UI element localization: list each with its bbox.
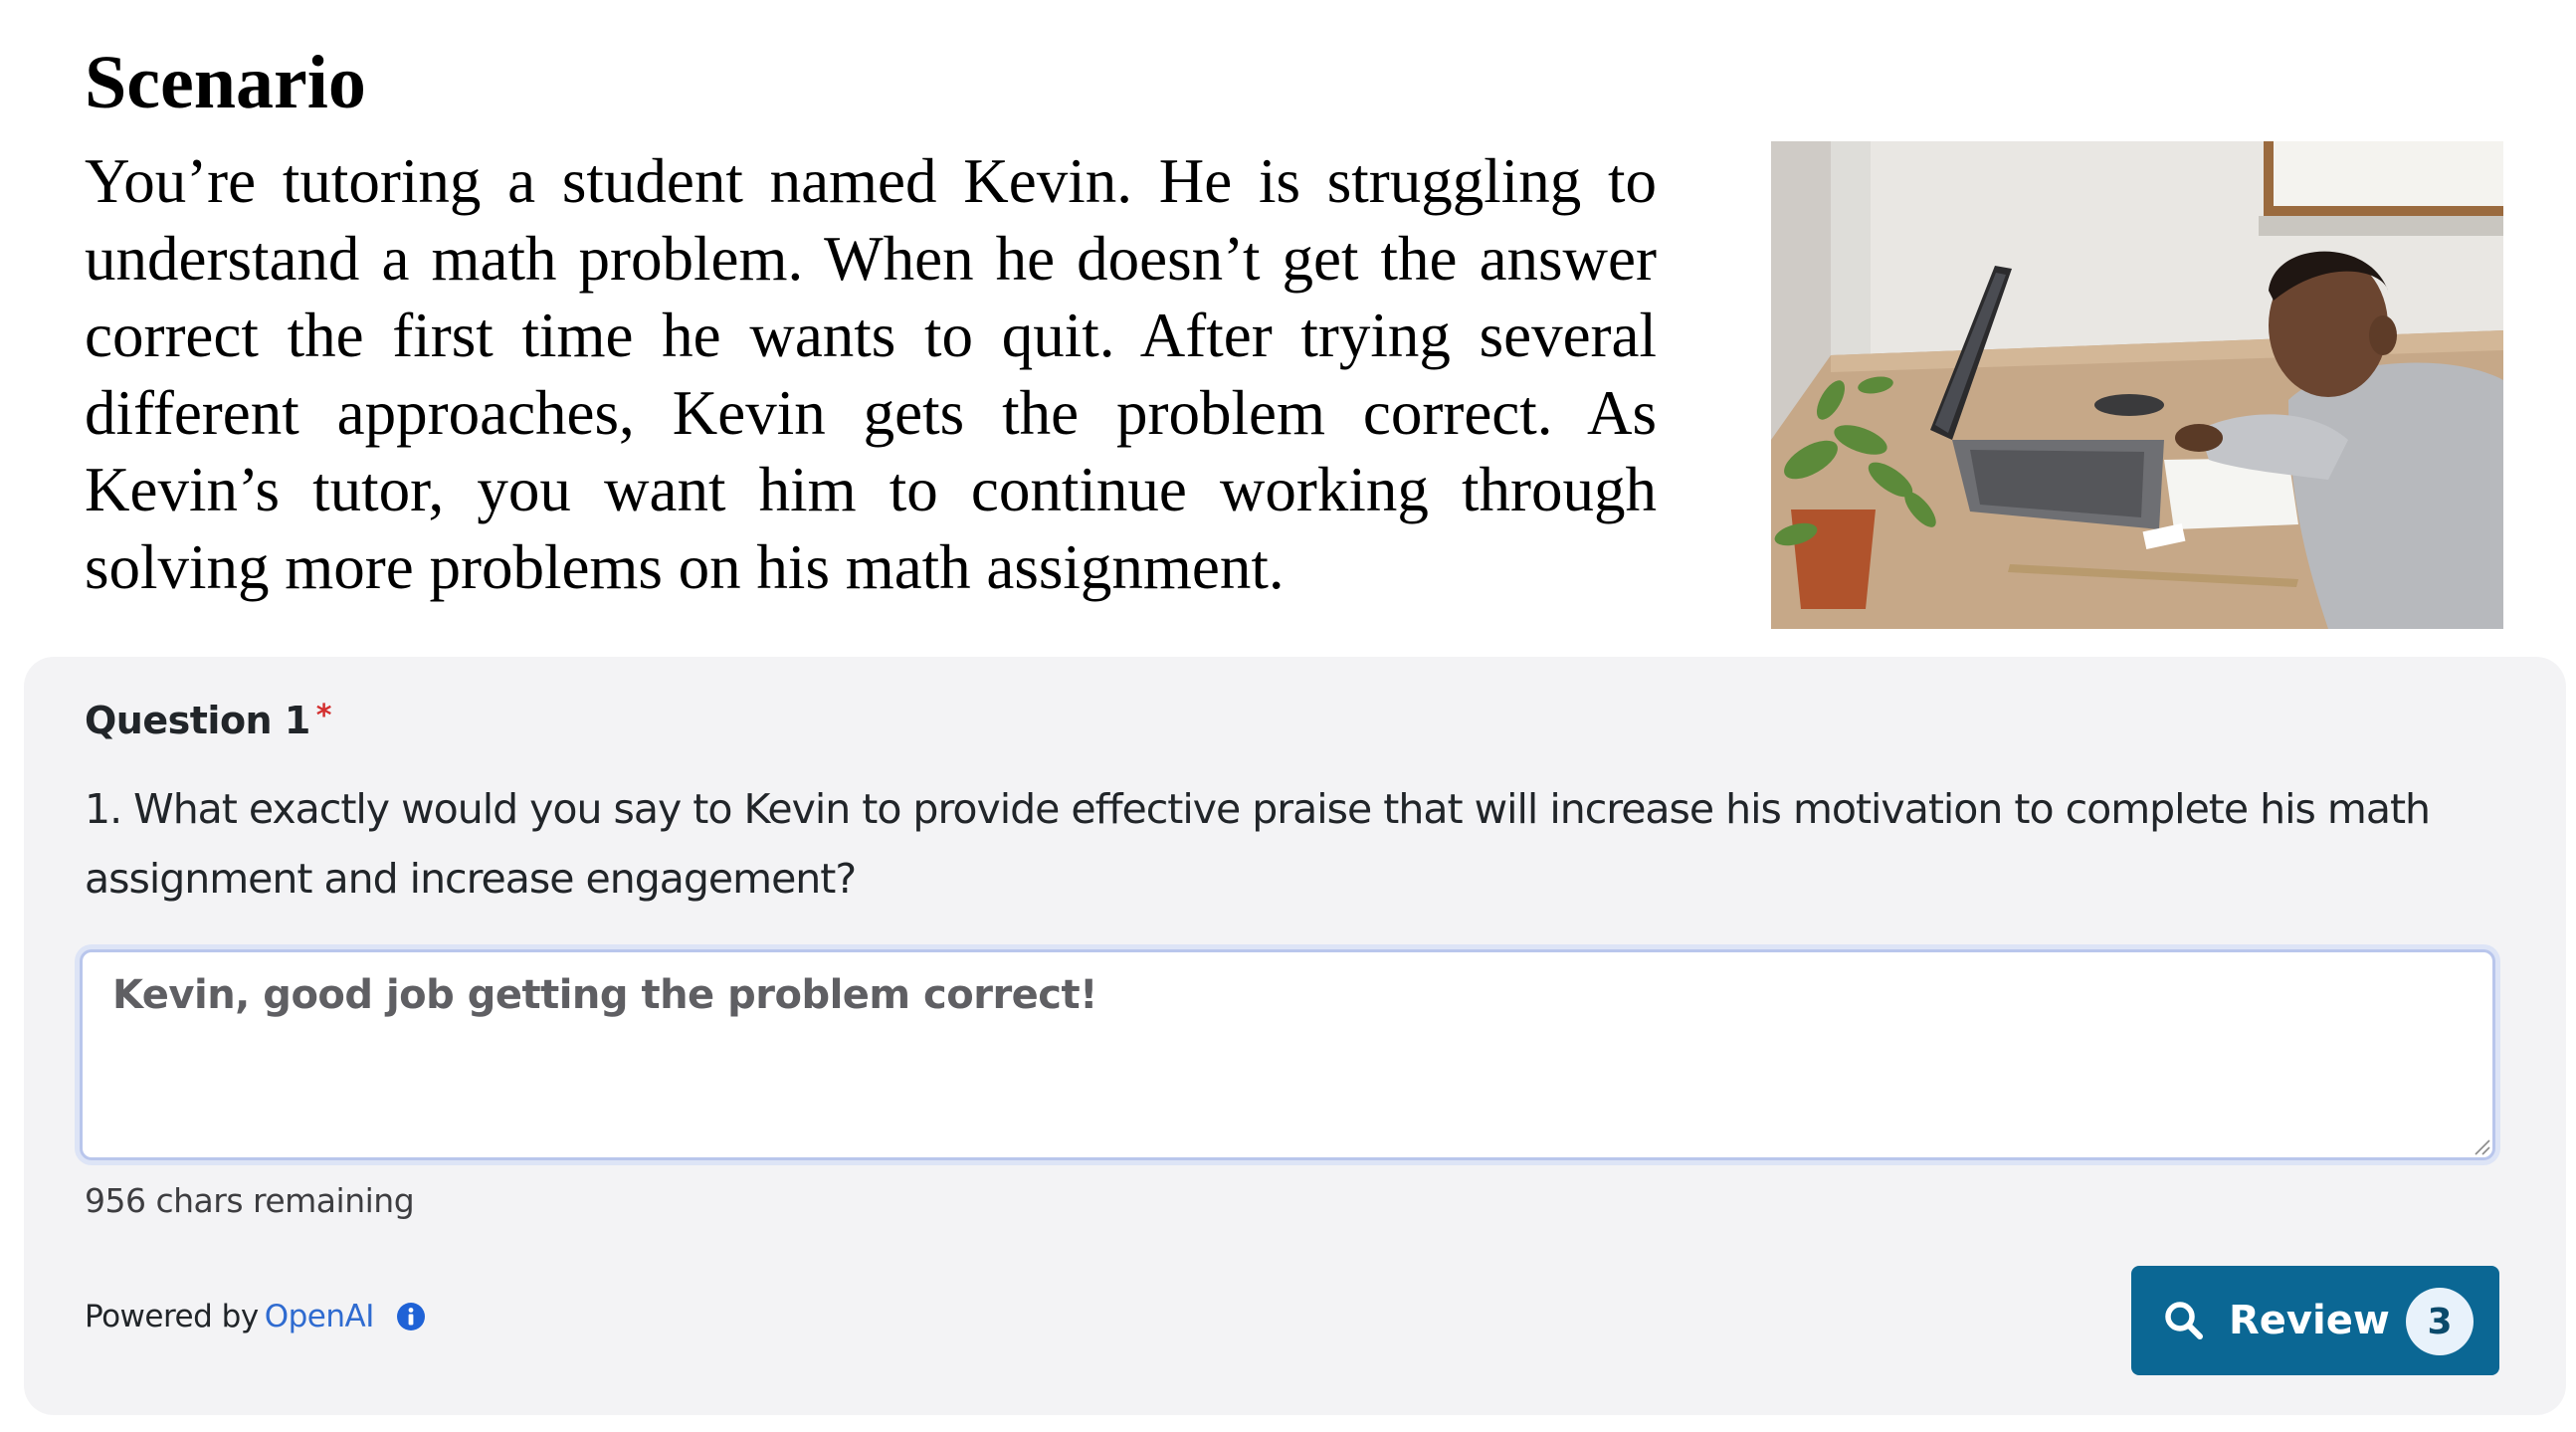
- question-prompt: 1. What exactly would you say to Kevin t…: [85, 785, 2431, 903]
- scenario-title: Scenario: [85, 41, 366, 124]
- review-button[interactable]: Review 3: [2131, 1266, 2499, 1375]
- chars-remaining-counter: 956 chars remaining: [85, 1181, 415, 1220]
- question-label: Question 1 *: [85, 699, 331, 742]
- powered-by-label: Powered by: [85, 1299, 259, 1334]
- question-number: Question 1: [85, 699, 310, 742]
- photo-illustration: [1771, 141, 2503, 629]
- info-icon[interactable]: [396, 1302, 426, 1331]
- question-card: Question 1 * 1. What exactly would you sa…: [24, 657, 2566, 1415]
- review-count-badge: 3: [2406, 1288, 2474, 1355]
- search-icon: [2161, 1298, 2207, 1343]
- scenario-description: You’re tutoring a student named Kevin. H…: [85, 146, 1657, 602]
- resize-handle-icon[interactable]: [2474, 1138, 2491, 1156]
- student-laptop-photo: [1771, 141, 2503, 629]
- openai-link[interactable]: OpenAI: [265, 1299, 375, 1334]
- answer-textarea[interactable]: Kevin, good job getting the problem corr…: [80, 949, 2495, 1160]
- review-label: Review: [2229, 1298, 2390, 1343]
- powered-by: Powered by OpenAI: [85, 1299, 426, 1334]
- required-asterisk: *: [315, 699, 332, 733]
